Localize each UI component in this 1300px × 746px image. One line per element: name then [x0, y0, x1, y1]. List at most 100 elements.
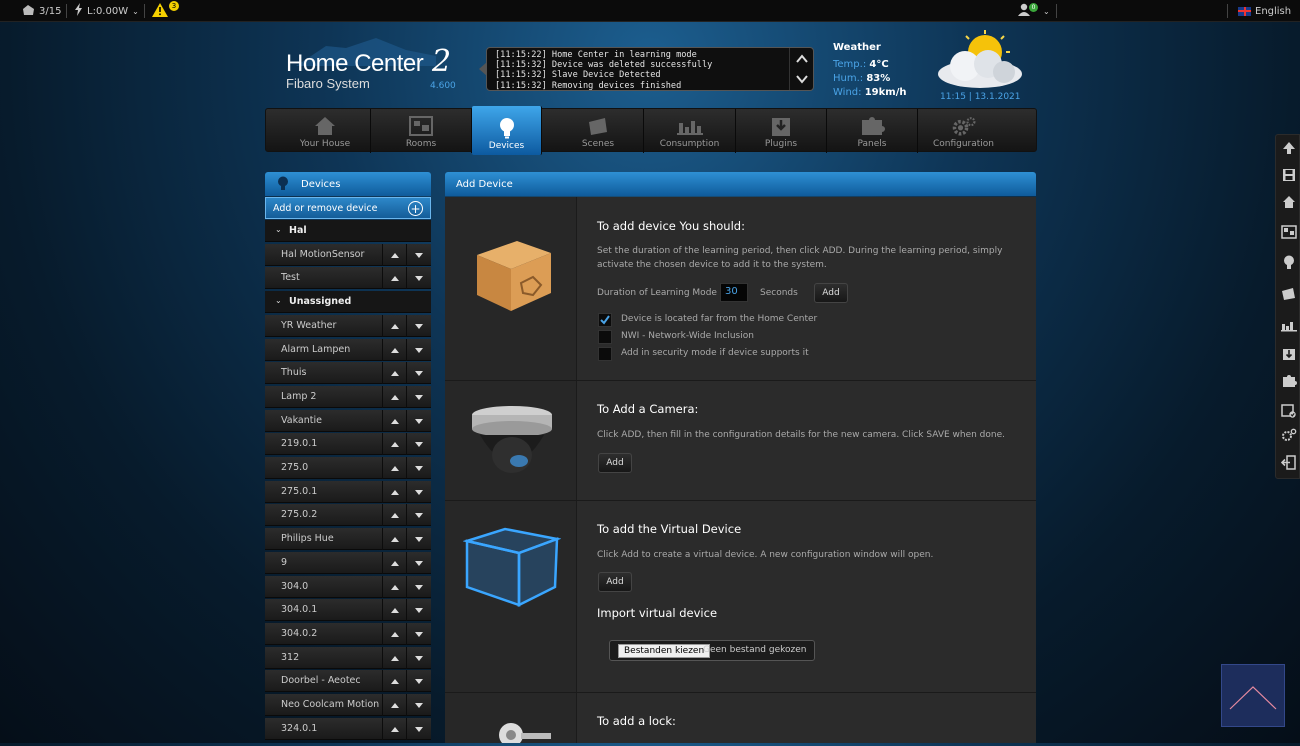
device-list-item[interactable]: 219.0.1 [265, 433, 431, 455]
add-camera-button[interactable]: Add [598, 453, 632, 473]
move-up-icon[interactable] [382, 362, 406, 384]
move-down-icon[interactable] [406, 552, 430, 574]
move-down-icon[interactable] [406, 718, 430, 740]
device-list-item[interactable]: Alarm Lampen [265, 339, 431, 361]
device-list-item[interactable]: 304.0.2 [265, 623, 431, 645]
nav-plugins[interactable]: Plugins [736, 109, 827, 153]
move-up-icon[interactable] [382, 457, 406, 479]
move-down-icon[interactable] [406, 481, 430, 503]
add-virtual-button[interactable]: Add [598, 572, 632, 592]
device-list-item[interactable]: 275.0 [265, 457, 431, 479]
move-down-icon[interactable] [406, 457, 430, 479]
device-count-indicator[interactable]: 3/15 [22, 0, 61, 22]
move-up-icon[interactable] [382, 339, 406, 361]
move-down-icon[interactable] [406, 362, 430, 384]
nav-consumption[interactable]: Consumption [644, 109, 736, 153]
rooms-icon[interactable] [1279, 223, 1298, 241]
warnings-indicator[interactable]: 3 [152, 0, 182, 22]
gears-icon[interactable] [1279, 426, 1298, 444]
device-list-item[interactable]: Philips Hue [265, 528, 431, 550]
language-selector[interactable]: English [1238, 0, 1291, 22]
security-mode-checkbox[interactable] [598, 347, 612, 361]
scroll-to-top-button[interactable] [1221, 664, 1285, 727]
move-up-icon[interactable] [382, 244, 406, 266]
user-menu[interactable]: 0 ⌄ [1018, 0, 1050, 22]
scroll-down-icon[interactable] [795, 72, 809, 86]
move-down-icon[interactable] [406, 339, 430, 361]
chart-icon[interactable] [1279, 317, 1298, 335]
move-up-icon[interactable] [382, 718, 406, 740]
move-down-icon[interactable] [406, 528, 430, 550]
move-down-icon[interactable] [406, 576, 430, 598]
move-up-icon[interactable] [382, 481, 406, 503]
add-device-button[interactable]: Add [814, 283, 848, 303]
device-list-item[interactable]: Neo Coolcam Motion [265, 694, 431, 716]
move-up-icon[interactable] [382, 694, 406, 716]
move-up-icon[interactable] [382, 528, 406, 550]
move-up-icon[interactable] [382, 504, 406, 526]
bulb-icon[interactable] [1279, 253, 1298, 271]
calendar-check-icon[interactable] [1279, 401, 1298, 419]
plugin-icon[interactable] [1279, 345, 1298, 363]
move-down-icon[interactable] [406, 599, 430, 621]
device-list-item[interactable]: 275.0.1 [265, 481, 431, 503]
move-up-icon[interactable] [382, 599, 406, 621]
nav-devices[interactable]: Devices [472, 106, 542, 155]
nav-configuration[interactable]: Configuration [918, 109, 1009, 153]
device-list-item[interactable]: 275.0.2 [265, 504, 431, 526]
nwi-checkbox[interactable] [598, 330, 612, 344]
room-group-header[interactable]: ⌄ Hal [265, 220, 431, 242]
move-up-icon[interactable] [382, 267, 406, 289]
move-up-icon[interactable] [382, 623, 406, 645]
upload-icon[interactable] [1279, 139, 1298, 157]
move-up-icon[interactable] [382, 386, 406, 408]
file-picker[interactable]: Bestanden kiezen Geen bestand gekozen [609, 640, 815, 661]
scroll-up-icon[interactable] [795, 52, 809, 66]
add-remove-device-button[interactable]: Add or remove device + [265, 197, 431, 219]
choose-files-button[interactable]: Bestanden kiezen [618, 644, 711, 658]
duration-input[interactable]: 30 [720, 283, 748, 302]
device-list-item[interactable]: 304.0.1 [265, 599, 431, 621]
device-list-item[interactable]: Doorbel - Aeotec [265, 670, 431, 692]
move-up-icon[interactable] [382, 552, 406, 574]
device-list-item[interactable]: 304.0 [265, 576, 431, 598]
move-up-icon[interactable] [382, 410, 406, 432]
move-down-icon[interactable] [406, 504, 430, 526]
device-list-item[interactable]: Lamp 2 [265, 386, 431, 408]
puzzle-icon[interactable] [1279, 372, 1298, 390]
move-down-icon[interactable] [406, 386, 430, 408]
device-list-item[interactable]: 324.0.1 [265, 718, 431, 740]
device-list-item[interactable]: Test [265, 267, 431, 289]
move-up-icon[interactable] [382, 576, 406, 598]
nav-panels[interactable]: Panels [827, 109, 918, 153]
house-icon[interactable] [1279, 193, 1298, 211]
power-indicator[interactable]: L:0.00W ⌄ [74, 0, 139, 22]
save-icon[interactable] [1279, 166, 1298, 184]
device-list-item[interactable]: Vakantie [265, 410, 431, 432]
move-up-icon[interactable] [382, 315, 406, 337]
move-down-icon[interactable] [406, 433, 430, 455]
scenes-icon[interactable] [1279, 285, 1298, 303]
device-list-item[interactable]: Hal MotionSensor [265, 244, 431, 266]
move-down-icon[interactable] [406, 315, 430, 337]
logout-icon[interactable] [1279, 453, 1298, 471]
device-list-item[interactable]: 312 [265, 647, 431, 669]
move-up-icon[interactable] [382, 670, 406, 692]
device-list-item[interactable]: YR Weather [265, 315, 431, 337]
move-up-icon[interactable] [382, 647, 406, 669]
move-down-icon[interactable] [406, 694, 430, 716]
nav-rooms[interactable]: Rooms [371, 109, 472, 153]
move-down-icon[interactable] [406, 623, 430, 645]
move-down-icon[interactable] [406, 410, 430, 432]
room-group-header[interactable]: ⌄ Unassigned [265, 291, 431, 313]
nav-scenes[interactable]: Scenes [553, 109, 644, 153]
device-list-item[interactable]: 9 [265, 552, 431, 574]
move-down-icon[interactable] [406, 647, 430, 669]
move-down-icon[interactable] [406, 267, 430, 289]
move-down-icon[interactable] [406, 244, 430, 266]
move-down-icon[interactable] [406, 670, 430, 692]
move-up-icon[interactable] [382, 433, 406, 455]
nav-your-house[interactable]: Your House [280, 109, 371, 153]
device-list-item[interactable]: Thuis [265, 362, 431, 384]
far-from-hc-checkbox[interactable] [598, 313, 612, 327]
